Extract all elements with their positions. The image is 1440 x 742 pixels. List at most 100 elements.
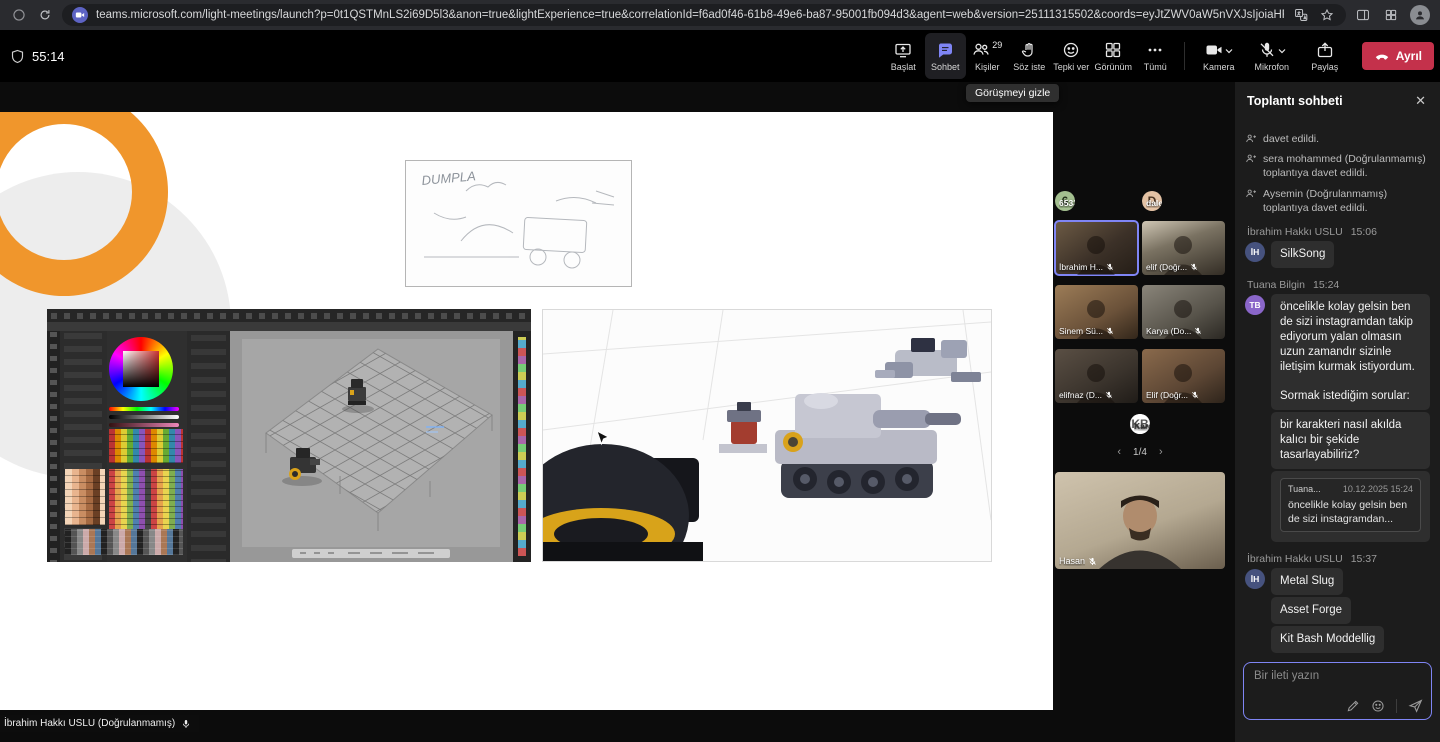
browser-toolbar: teams.microsoft.com/light-meetings/launc… (0, 0, 1440, 30)
more-button[interactable]: Tümü (1135, 33, 1176, 79)
message-text: öncelikle kolay gelsin ben de sizi insta… (1280, 300, 1421, 405)
chat-message: İbrahim Hakkı USLU 15:06 (1245, 226, 1430, 238)
message-bubble[interactable]: bir karakteri nasıl akılda kalıcı bir şe… (1271, 412, 1430, 469)
message-bubble[interactable]: SilkSong (1271, 241, 1334, 268)
participant-tile[interactable]: elifnaz (D... (1055, 349, 1138, 403)
translate-icon[interactable] (1292, 6, 1310, 24)
page-prev-icon[interactable]: ‹ (1117, 446, 1121, 458)
shield-icon[interactable] (10, 6, 28, 24)
chevron-down-icon[interactable] (1225, 47, 1233, 55)
participant-tile[interactable]: Sinem Sü... (1055, 285, 1138, 339)
react-button[interactable]: Tepki ver (1051, 33, 1092, 79)
small-robot (719, 402, 767, 453)
people-button[interactable]: 29 Kişiler (967, 33, 1008, 79)
browser-actions (1354, 5, 1430, 25)
participant-tile[interactable]: Elif (Doğr... (1142, 349, 1225, 403)
start-share-button[interactable]: Başlat (883, 33, 924, 79)
event-text: sera mohammed (Doğrulanmamış) toplantıya… (1263, 152, 1430, 180)
spotlight-tile[interactable]: Hasan (1055, 472, 1225, 569)
message-bubble[interactable]: Metal Slug (1271, 568, 1343, 595)
participant-tile[interactable]: Karya (Do... (1142, 285, 1225, 339)
participant-name: daleen (D... (1146, 198, 1162, 208)
message-time: 15:06 (1351, 226, 1377, 238)
chat-header: Toplantı sohbeti ✕ (1235, 82, 1440, 120)
chat-message: SilkSong İH SilkSong (1245, 241, 1430, 268)
quote-time: 10.12.2025 15:24 (1343, 484, 1413, 496)
participant-tile[interactable]: İbrahim H... (1055, 221, 1138, 275)
chat-button[interactable]: Sohbet (925, 33, 966, 79)
chevron-down-icon[interactable] (1278, 47, 1286, 55)
storyboard-sketch-image: DUMPLA (405, 160, 632, 287)
participant-tile[interactable]: D daleen (D... (1142, 191, 1162, 211)
mic-muted-icon (1190, 263, 1198, 271)
tooltip: Görüşmeyi gizle (966, 84, 1059, 102)
participant-name: Karya (Do... (1146, 326, 1191, 336)
color-wheel (109, 337, 173, 401)
message-author: İbrahim Hakkı USLU (1247, 553, 1343, 565)
profile-avatar[interactable] (1410, 5, 1430, 25)
reload-icon[interactable] (36, 6, 54, 24)
app-menu-strip (47, 322, 531, 331)
meeting-chat-panel: Toplantı sohbeti ✕ davet edildi. davet e… (1235, 82, 1440, 742)
mic-muted-icon (1106, 327, 1114, 335)
share-button[interactable]: Paylaş (1299, 33, 1351, 79)
app-tool-column (47, 331, 60, 562)
chat-message: sera mohammed (Doğrulanmamış) toplantıya… (1245, 152, 1430, 180)
participant-tile[interactable]: elif (Doğr... (1142, 221, 1225, 275)
message-input[interactable] (1252, 669, 1423, 683)
event-text: Aysemin (Doğrulanmamış) toplantıya davet… (1263, 187, 1430, 215)
message-text: Kit Bash Moddellig (1280, 632, 1375, 647)
message-bubble[interactable]: Asset Forge (1271, 597, 1351, 624)
address-bar[interactable]: teams.microsoft.com/light-meetings/launc… (62, 4, 1346, 26)
quoted-message[interactable]: Tuana... 10.12.2025 15:24 öncelikle kola… (1280, 478, 1421, 532)
extensions-icon[interactable] (1382, 6, 1400, 24)
send-icon[interactable] (1408, 698, 1423, 713)
quote-author: Tuana... (1288, 484, 1321, 496)
meeting-controls: Başlat Sohbet 29 Kişiler Söz iste Tepki … (883, 32, 1434, 80)
participant-tile[interactable]: KB Kardelen ... (1130, 414, 1150, 434)
person-add-icon (1245, 153, 1257, 165)
chat-message: Aysemin (Doğrulanmamış) toplantıya davet… (1245, 187, 1430, 215)
smiley-icon (1062, 41, 1080, 59)
chat-message: bir karakteri nasıl akılda kalıcı bir şe… (1245, 412, 1430, 469)
page-next-icon[interactable]: › (1159, 446, 1163, 458)
quote-text: öncelikle kolay gelsin ben de sizi insta… (1288, 499, 1413, 526)
format-pen-icon[interactable] (1346, 699, 1360, 713)
side-panel-icon[interactable] (1354, 6, 1372, 24)
participant-tile[interactable]: 6 653346 (1055, 191, 1075, 211)
dome-robot (543, 444, 703, 561)
mic-muted-icon (1105, 391, 1113, 399)
chat-message-list: davet edildi. davet edildi. (1235, 122, 1440, 654)
emoji-icon[interactable] (1371, 699, 1385, 713)
message-text: Asset Forge (1280, 603, 1342, 618)
participant-name: elif (Doğr... (1146, 262, 1187, 272)
message-author: Tuana Bilgin (1247, 279, 1305, 291)
meeting-media-icon[interactable] (72, 7, 88, 23)
message-bubble[interactable]: öncelikle kolay gelsin ben de sizi insta… (1271, 294, 1430, 411)
chat-icon (936, 41, 954, 59)
avatar: TB (1245, 295, 1265, 315)
message-author: İbrahim Hakkı USLU (1247, 226, 1343, 238)
screenshot-3d-paint-app (47, 309, 531, 562)
color-palette (109, 429, 183, 463)
participant-grid: 6 653346 D daleen (D... (1055, 190, 1225, 569)
chat-message: davet edildi. davet edildi. (1245, 132, 1430, 146)
raise-hand-button[interactable]: Söz iste (1009, 33, 1050, 79)
leave-button[interactable]: Ayrıl (1362, 42, 1434, 70)
mic-icon (181, 719, 191, 729)
message-time: 15:37 (1351, 553, 1377, 565)
toolbar-divider (1184, 42, 1185, 70)
chat-input-box[interactable] (1243, 662, 1432, 720)
view-button[interactable]: Görünüm (1093, 33, 1134, 79)
chat-message: Asset Forge Asset Forge (1245, 597, 1430, 624)
message-bubble[interactable]: Kit Bash Moddellig (1271, 626, 1384, 653)
people-icon (972, 41, 990, 59)
participant-name: Sinem Sü... (1059, 326, 1103, 336)
camera-button[interactable]: Kamera (1193, 33, 1245, 79)
close-icon[interactable]: ✕ (1415, 93, 1426, 109)
bookmark-star-icon[interactable] (1318, 6, 1336, 24)
app-right-strip (513, 331, 531, 562)
message-bubble[interactable]: Tuana... 10.12.2025 15:24 öncelikle kola… (1271, 471, 1430, 542)
drone-robot (875, 338, 981, 382)
microphone-button[interactable]: Mikrofon (1246, 33, 1298, 79)
